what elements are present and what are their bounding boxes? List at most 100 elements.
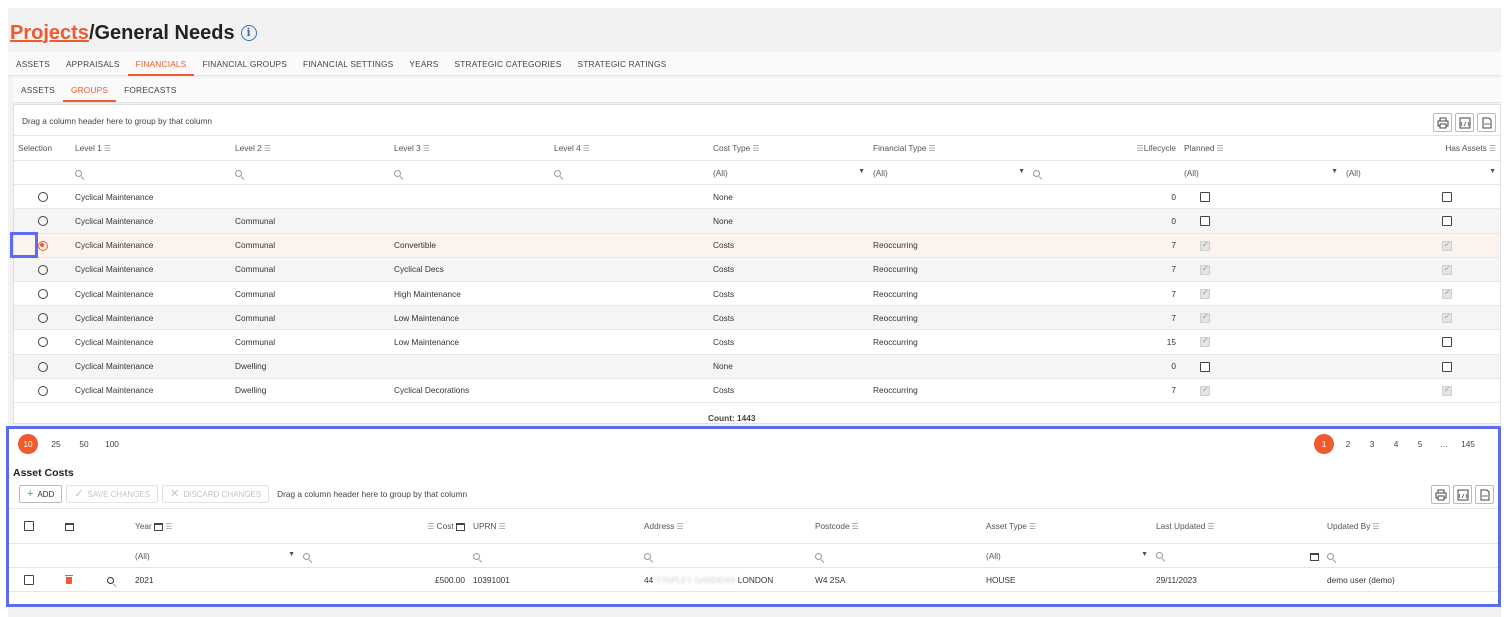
page-4[interactable]: 4 (1386, 434, 1406, 454)
table-row[interactable]: Cyclical Maintenance Dwelling Cyclical Dec… (14, 378, 1500, 403)
filter-planned[interactable]: (All) ▼ (1180, 160, 1342, 186)
info-icon[interactable]: i (240, 25, 257, 41)
filter-cost[interactable] (299, 543, 469, 568)
page-2[interactable]: 2 (1338, 434, 1358, 454)
table-row[interactable]: Cyclical Maintenance Communal High Mainten… (14, 281, 1500, 307)
row-radio[interactable] (14, 208, 71, 234)
col-last-updated[interactable]: Last Updated ☰ (1152, 508, 1323, 544)
col-lifecycle[interactable]: ☰Lifecycle (1029, 135, 1180, 161)
page-size-100[interactable]: 100 (102, 434, 122, 454)
table-row[interactable]: Cyclical Maintenance Communal Low Maintena… (14, 329, 1500, 355)
col-level1[interactable]: Level 1 ☰ (71, 135, 231, 161)
cell-year[interactable]: 2021 (131, 567, 299, 592)
print-button[interactable] (1431, 485, 1450, 504)
col-cost-type[interactable]: Cost Type ☰ (709, 135, 869, 161)
col-updated-by[interactable]: Updated By ☰ (1323, 508, 1498, 544)
tab-assets[interactable]: ASSETS (8, 52, 58, 76)
export-csv-button[interactable] (1477, 113, 1496, 132)
col-year[interactable]: Year ☰ (131, 508, 299, 544)
cell-asset-type[interactable]: HOUSE (982, 567, 1152, 592)
filter-lifecycle[interactable] (1029, 160, 1180, 186)
col-uprn[interactable]: UPRN ☰ (469, 508, 640, 544)
filter-financial-type[interactable]: (All) ▼ (869, 160, 1029, 186)
discard-changes-button[interactable]: ✕ DISCARD CHANGES (162, 485, 270, 503)
cell-postcode[interactable]: W4 2SA (811, 567, 982, 592)
page-1[interactable]: 1 (1314, 434, 1334, 454)
table-row[interactable]: Cyclical Maintenance Communal None 0 (14, 208, 1500, 234)
filter-has-assets[interactable]: (All) ▼ (1342, 160, 1500, 186)
col-postcode[interactable]: Postcode ☰ (811, 508, 982, 544)
page-3[interactable]: 3 (1362, 434, 1382, 454)
page-5[interactable]: 5 (1410, 434, 1430, 454)
col-has-assets[interactable]: Has Assets ☰ (1342, 135, 1500, 161)
table-row[interactable]: Cyclical Maintenance Communal Low Maintena… (14, 305, 1500, 331)
row-radio[interactable] (14, 354, 71, 379)
filter-level4[interactable] (550, 160, 709, 186)
export-xml-button[interactable] (1455, 113, 1474, 132)
tab-financial-groups[interactable]: FINANCIAL GROUPS (194, 52, 295, 76)
table-row[interactable]: Cyclical Maintenance None 0 (14, 184, 1500, 210)
group-panel-hint[interactable]: Drag a column header here to group by th… (22, 116, 212, 126)
cell-uprn[interactable]: 10391001 (469, 567, 640, 592)
save-changes-button[interactable]: ✓ SAVE CHANGES (66, 485, 159, 503)
tab-appraisals[interactable]: APPRAISALS (58, 52, 128, 76)
table-row[interactable]: Cyclical Maintenance Dwelling None 0 (14, 354, 1500, 379)
filter-level2[interactable] (231, 160, 390, 186)
row-radio[interactable] (14, 257, 71, 282)
subtab-groups[interactable]: GROUPS (62, 78, 117, 102)
row-checkbox[interactable] (9, 567, 49, 592)
table-row[interactable]: 2021 £500.00 10391001 44 STAPLEY GARDENS… (9, 567, 1498, 592)
filter-uprn[interactable] (469, 543, 640, 568)
cell-last-updated[interactable]: 29/11/2023 (1152, 567, 1323, 592)
filter-updated-by[interactable] (1323, 543, 1498, 568)
delete-button[interactable] (49, 567, 89, 592)
filter-level3[interactable] (390, 160, 550, 186)
col-level4[interactable]: Level 4 ☰ (550, 135, 709, 161)
row-radio[interactable] (14, 329, 71, 355)
tab-financial-settings[interactable]: FINANCIAL SETTINGS (295, 52, 401, 76)
select-all-checkbox[interactable] (9, 508, 49, 544)
filter-address[interactable] (640, 543, 811, 568)
view-button[interactable] (89, 567, 131, 592)
col-asset-type[interactable]: Asset Type ☰ (982, 508, 1152, 544)
page-size-10[interactable]: 10 (18, 434, 38, 454)
col-address[interactable]: Address ☰ (640, 508, 811, 544)
filter-cost-type[interactable]: (All) ▼ (709, 160, 869, 186)
row-radio[interactable] (14, 281, 71, 307)
cell-updated-by[interactable]: demo user (demo) (1323, 567, 1498, 592)
print-button[interactable] (1433, 113, 1452, 132)
add-button[interactable]: + ADD (19, 485, 63, 503)
subtab-forecasts[interactable]: FORECASTS (116, 78, 185, 102)
filter-postcode[interactable] (811, 543, 982, 568)
group-panel-hint[interactable]: Drag a column header here to group by th… (277, 489, 467, 499)
col-level2[interactable]: Level 2 ☰ (231, 135, 390, 161)
row-radio[interactable] (14, 378, 71, 403)
tab-financials[interactable]: FINANCIALS (127, 52, 195, 76)
col-planned[interactable]: Planned ☰ (1180, 135, 1342, 161)
filter-asset-type[interactable]: (All) ▼ (982, 543, 1152, 568)
column-chooser-icon[interactable] (49, 508, 89, 544)
col-level3[interactable]: Level 3 ☰ (390, 135, 550, 161)
subtab-assets[interactable]: ASSETS (13, 78, 63, 102)
tab-strategic-categories[interactable]: STRATEGIC CATEGORIES (447, 52, 570, 76)
cell-cost[interactable]: £500.00 (299, 567, 469, 592)
row-radio[interactable] (14, 305, 71, 331)
page-size-25[interactable]: 25 (46, 434, 66, 454)
tab-years[interactable]: YEARS (401, 52, 446, 76)
cell-address[interactable]: 44 STAPLEY GARDENS LONDON (640, 567, 811, 592)
filter-year[interactable]: (All) ▼ (131, 543, 299, 568)
export-xml-button[interactable] (1453, 485, 1472, 504)
filter-level1[interactable] (71, 160, 231, 186)
table-row[interactable]: Cyclical Maintenance Communal Cyclical Dec… (14, 257, 1500, 282)
page-size-50[interactable]: 50 (74, 434, 94, 454)
row-radio[interactable] (14, 184, 71, 210)
table-row[interactable]: Cyclical Maintenance Communal Convertible C… (14, 233, 1500, 258)
tab-strategic-ratings[interactable]: STRATEGIC RATINGS (570, 52, 675, 76)
col-financial-type[interactable]: Financial Type ☰ (869, 135, 1029, 161)
export-csv-button[interactable] (1475, 485, 1494, 504)
col-selection[interactable]: Selection (14, 135, 71, 161)
filter-last-updated[interactable] (1152, 543, 1323, 568)
col-cost[interactable]: ☰ Cost (299, 508, 469, 544)
projects-link[interactable]: Projects (10, 22, 89, 45)
page-145[interactable]: 145 (1458, 434, 1478, 454)
